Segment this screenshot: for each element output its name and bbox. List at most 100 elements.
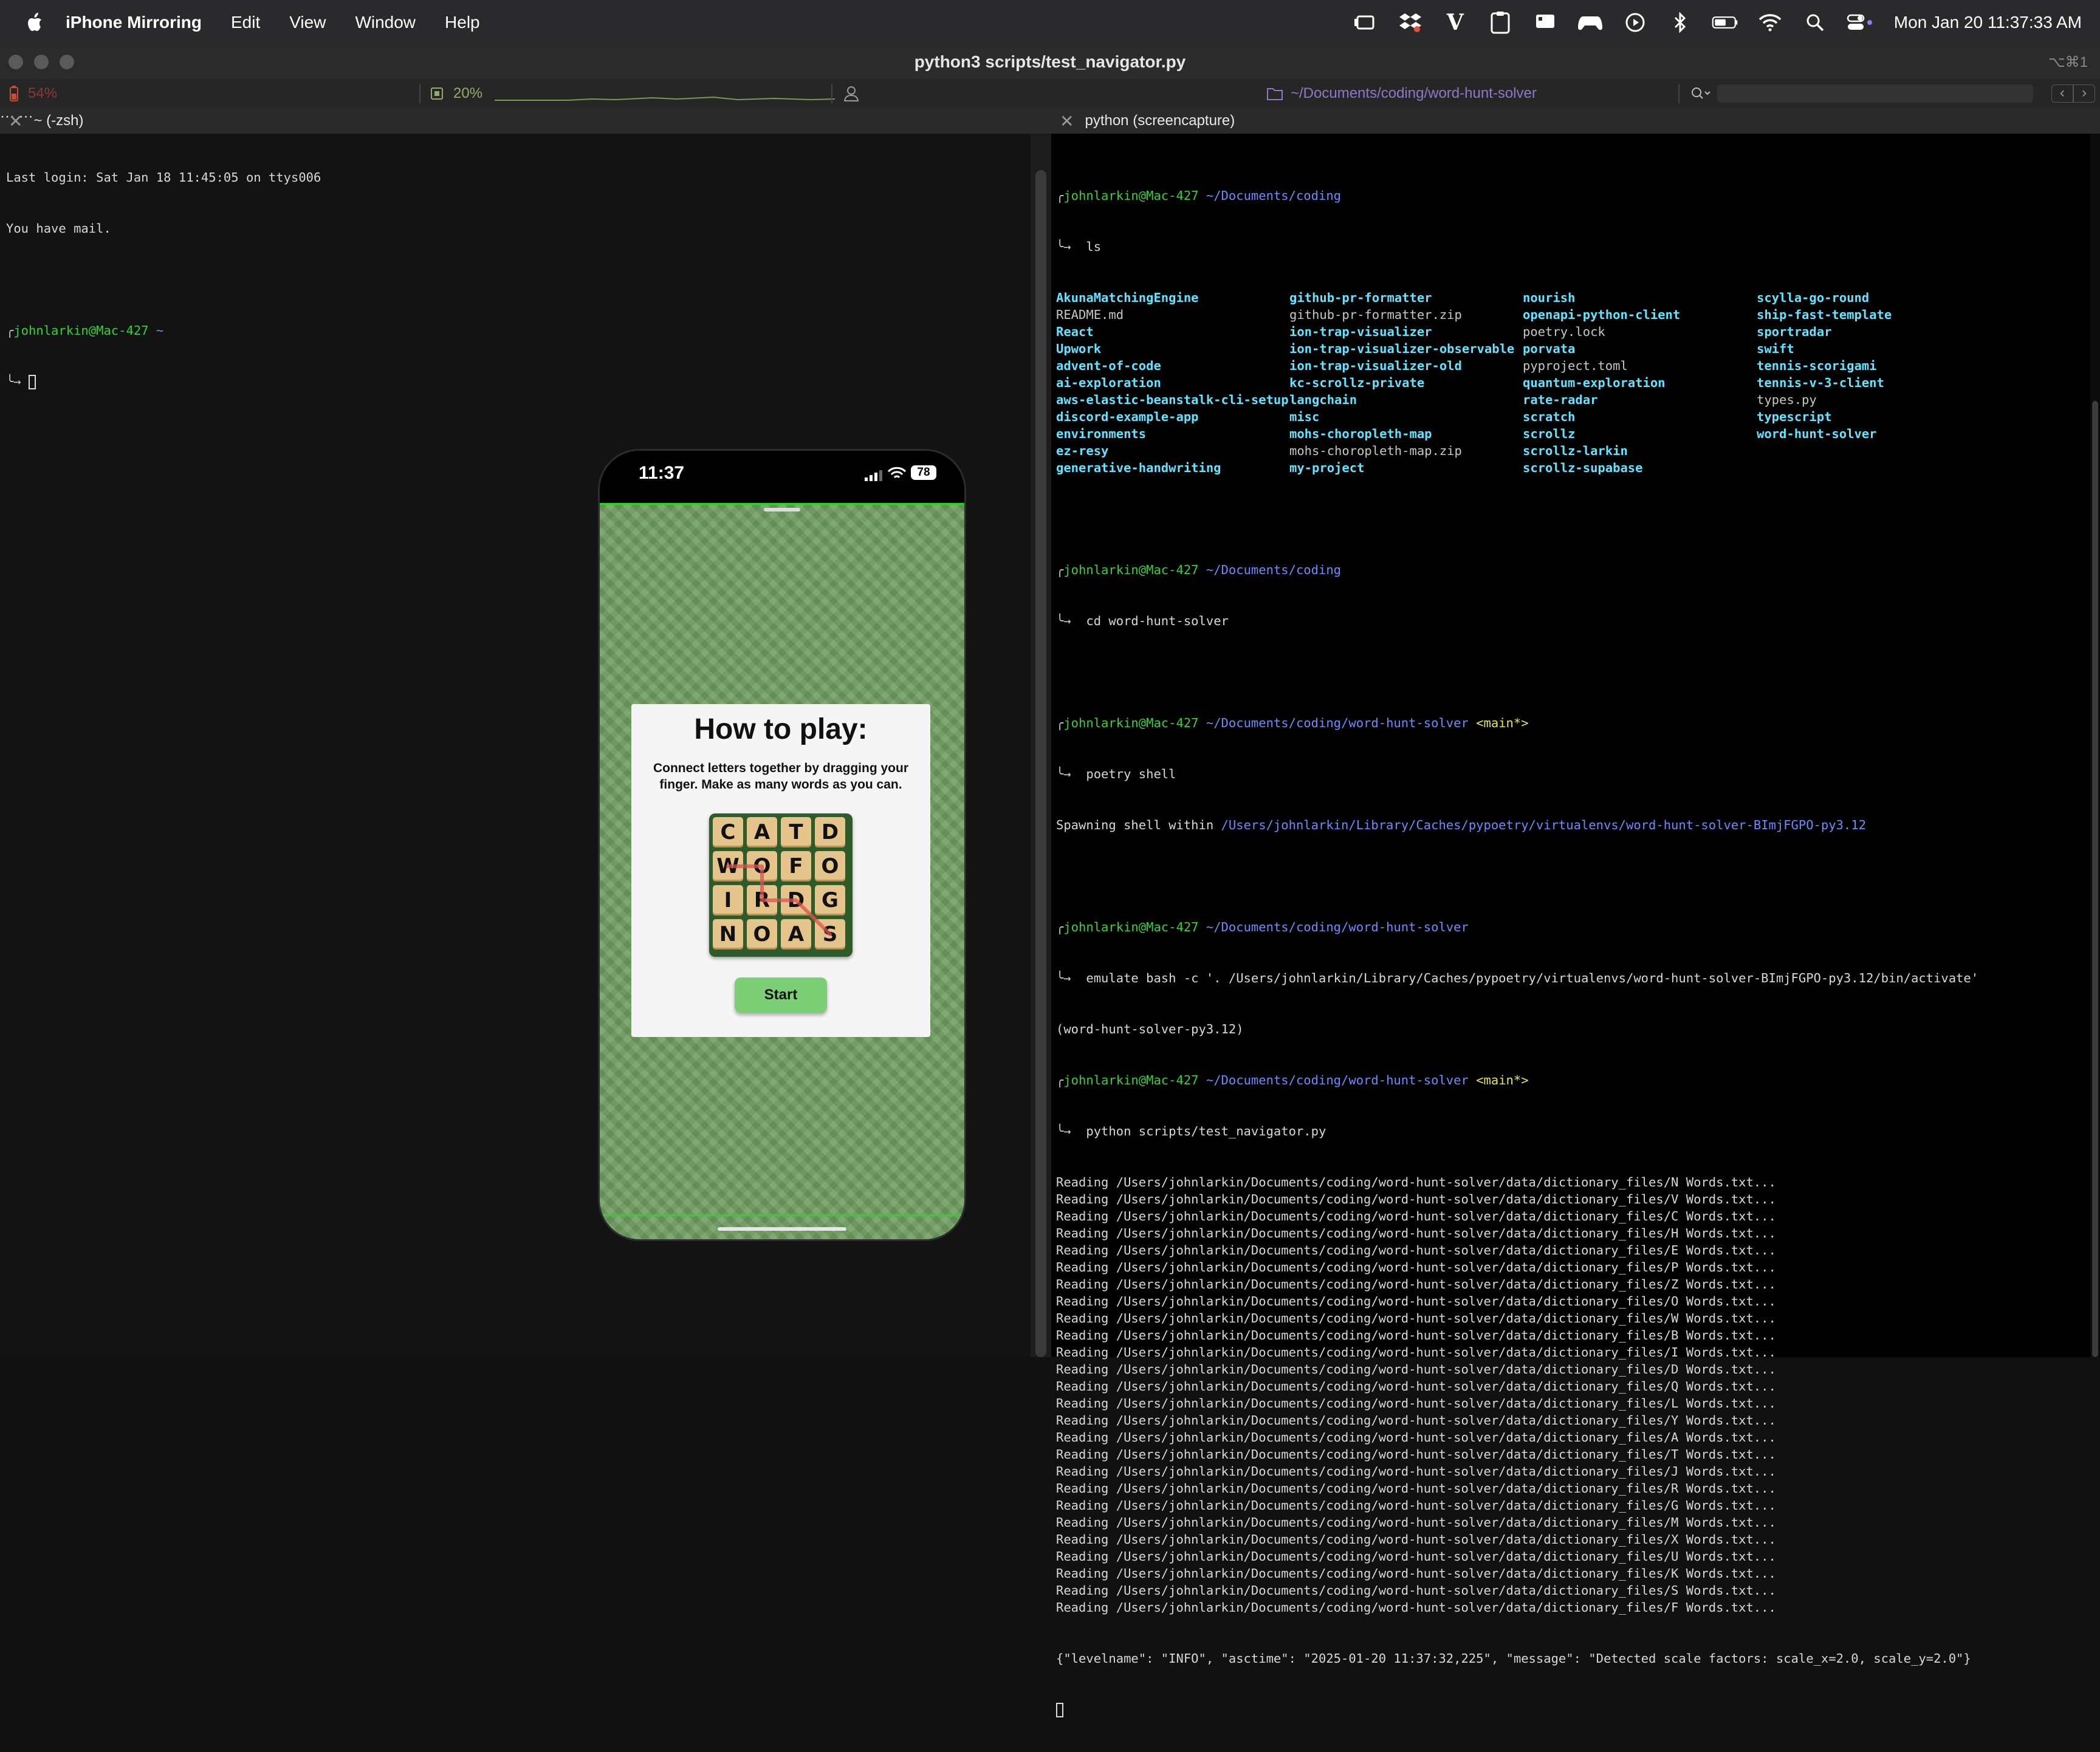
prompt-user: johnlarkin@Mac-427 [1063, 188, 1199, 203]
reading-log-line: Reading /Users/johnlarkin/Documents/codi… [1056, 1396, 1776, 1411]
prompt-path: ~/Documents/coding/word-hunt-solver [1206, 1073, 1469, 1087]
search-next-icon[interactable]: › [2073, 84, 2095, 103]
search-nav: ‹ › [2051, 79, 2095, 108]
reading-log-line: Reading /Users/johnlarkin/Documents/codi… [1056, 1413, 1776, 1428]
menu-bar-clock[interactable]: Mon Jan 20 11:37:33 AM [1894, 13, 2082, 32]
cellular-signal-icon [865, 470, 882, 481]
ls-entry: typescript [1757, 409, 1832, 424]
help-menu[interactable]: Help [445, 13, 480, 32]
reading-log-line: Reading /Users/johnlarkin/Documents/codi… [1056, 1583, 1776, 1598]
prompt-path: ~ [156, 323, 164, 338]
view-menu[interactable]: View [289, 13, 326, 32]
window-menu[interactable]: Window [355, 13, 416, 32]
reading-log-line: Reading /Users/johnlarkin/Documents/codi… [1056, 1498, 1776, 1513]
reading-log-line: Reading /Users/johnlarkin/Documents/codi… [1056, 1192, 1776, 1206]
game-controller-icon[interactable] [1577, 9, 1604, 36]
window-shortcut: ⌥⌘1 [2048, 54, 2088, 70]
stage-manager-icon[interactable] [1352, 9, 1379, 36]
terminal-cursor [29, 375, 36, 389]
left-pane-scrollbar[interactable] [1035, 170, 1046, 1357]
ls-entry: types.py [1757, 392, 1817, 407]
left-terminal-pane[interactable]: Last login: Sat Jan 18 11:45:05 on ttys0… [0, 134, 1031, 1357]
current-path[interactable]: ~/Documents/coding/word-hunt-solver [1266, 79, 1537, 108]
dropbox-icon[interactable] [1397, 9, 1424, 36]
ls-entry: quantum-exploration [1523, 375, 1666, 390]
ls-entry: tennis-v-3-client [1757, 375, 1884, 390]
battery-icon[interactable] [1712, 9, 1738, 36]
reading-log-line: Reading /Users/johnlarkin/Documents/codi… [1056, 1328, 1776, 1343]
right-terminal-pane[interactable]: ╭johnlarkin@Mac-427 ~/Documents/coding ╰… [1051, 134, 2090, 1717]
bluetooth-icon[interactable] [1667, 9, 1693, 36]
git-branch: <main*> [1476, 716, 1529, 730]
phone-time: 11:37 [639, 463, 685, 483]
vim-icon[interactable]: V [1442, 9, 1469, 36]
ls-entry: scrollz-supabase [1523, 460, 1643, 475]
user-icon [843, 86, 859, 101]
ls-entry: swift [1757, 341, 1794, 356]
git-branch: <main*> [1476, 1073, 1529, 1087]
home-indicator[interactable] [718, 1227, 846, 1231]
spawning-label: Spawning shell within [1056, 818, 1221, 832]
reading-log-line: Reading /Users/johnlarkin/Documents/codi… [1056, 1566, 1776, 1581]
cpu-status-value: 20% [453, 85, 483, 101]
how-to-play-title: How to play: [694, 713, 868, 745]
ls-entry: langchain [1289, 392, 1357, 407]
reading-log-line: Reading /Users/johnlarkin/Documents/codi… [1056, 1294, 1776, 1309]
iphone-mirroring-window[interactable]: 11:37 78 How to play: Connect letters to… [598, 449, 966, 1241]
window-title: python3 scripts/test_navigator.py [914, 52, 1186, 71]
search-input[interactable] [1717, 84, 2033, 103]
right-pane-scrollbar[interactable] [2090, 134, 2100, 1357]
window-title-bar[interactable]: python3 scripts/test_navigator.py ⌥⌘1 [0, 45, 2100, 80]
ls-entry: ion-trap-visualizer [1289, 324, 1432, 339]
ls-entry: React [1056, 324, 1094, 339]
ls-entry: mohs-choropleth-map.zip [1289, 443, 1462, 458]
terminal-line: You have mail. [6, 221, 111, 236]
pane-divider[interactable] [1031, 134, 1051, 1357]
start-button[interactable]: Start [735, 977, 827, 1013]
edit-menu[interactable]: Edit [231, 13, 260, 32]
tab-left-zsh[interactable]: ✕ ~ (-zsh) [9, 108, 83, 134]
reading-log-line: Reading /Users/johnlarkin/Documents/codi… [1056, 1311, 1776, 1326]
ls-entry: aws-elastic-beanstalk-cli-setup [1056, 392, 1289, 407]
tab-right-python[interactable]: ✕ python (screencapture) [1060, 108, 1235, 134]
spotlight-search-icon[interactable] [1802, 9, 1828, 36]
display-icon[interactable] [1532, 9, 1559, 36]
clipboard-icon[interactable] [1487, 9, 1514, 36]
prompt-path: ~/Documents/coding [1206, 188, 1342, 203]
ls-entry: ion-trap-visualizer-old [1289, 358, 1462, 373]
wifi-icon[interactable] [1757, 9, 1783, 36]
prompt-user: johnlarkin@Mac-427 [13, 323, 149, 338]
command-text: poetry shell [1086, 767, 1176, 781]
prompt-user: johnlarkin@Mac-427 [1063, 716, 1199, 730]
reading-log-line: Reading /Users/johnlarkin/Documents/codi… [1056, 1379, 1776, 1394]
prompt-user: johnlarkin@Mac-427 [1063, 920, 1199, 934]
word-path-trail [726, 864, 832, 936]
close-tab-icon[interactable]: ✕ [1060, 111, 1074, 131]
reading-log-line: Reading /Users/johnlarkin/Documents/codi… [1056, 1362, 1776, 1377]
ls-entry: rate-radar [1523, 392, 1598, 407]
ls-entry: openapi-python-client [1523, 307, 1681, 322]
ls-entry: nourish [1523, 290, 1576, 305]
ls-entry: scratch [1523, 409, 1576, 424]
control-center-icon[interactable] [1847, 9, 1873, 36]
reading-log-line: Reading /Users/johnlarkin/Documents/codi… [1056, 1209, 1776, 1223]
command-text: cd word-hunt-solver [1086, 614, 1229, 628]
reading-log-line: Reading /Users/johnlarkin/Documents/codi… [1056, 1175, 1776, 1189]
close-tab-icon[interactable]: ✕ [9, 111, 22, 131]
reading-log-line: Reading /Users/johnlarkin/Documents/codi… [1056, 1481, 1776, 1496]
ls-entry: AkunaMatchingEngine [1056, 290, 1199, 305]
reading-log-line: Reading /Users/johnlarkin/Documents/codi… [1056, 1464, 1776, 1479]
ls-entry: poetry.lock [1523, 324, 1605, 339]
app-menu[interactable]: iPhone Mirroring [66, 13, 202, 32]
search-prev-icon[interactable]: ‹ [2051, 84, 2073, 103]
reading-log-line: Reading /Users/johnlarkin/Documents/codi… [1056, 1532, 1776, 1547]
prompt-user: johnlarkin@Mac-427 [1063, 563, 1199, 577]
search-field[interactable] [1690, 79, 2043, 108]
ls-entry: ship-fast-template [1757, 307, 1892, 322]
ls-entry: generative-handwriting [1056, 460, 1221, 475]
ls-entry: README.md [1056, 307, 1124, 322]
play-icon[interactable] [1622, 9, 1649, 36]
apple-menu-icon[interactable] [23, 10, 47, 35]
right-pane-scroll-thumb[interactable] [2092, 401, 2098, 1357]
venv-name: (word-hunt-solver-py3.12) [1056, 1022, 1244, 1036]
